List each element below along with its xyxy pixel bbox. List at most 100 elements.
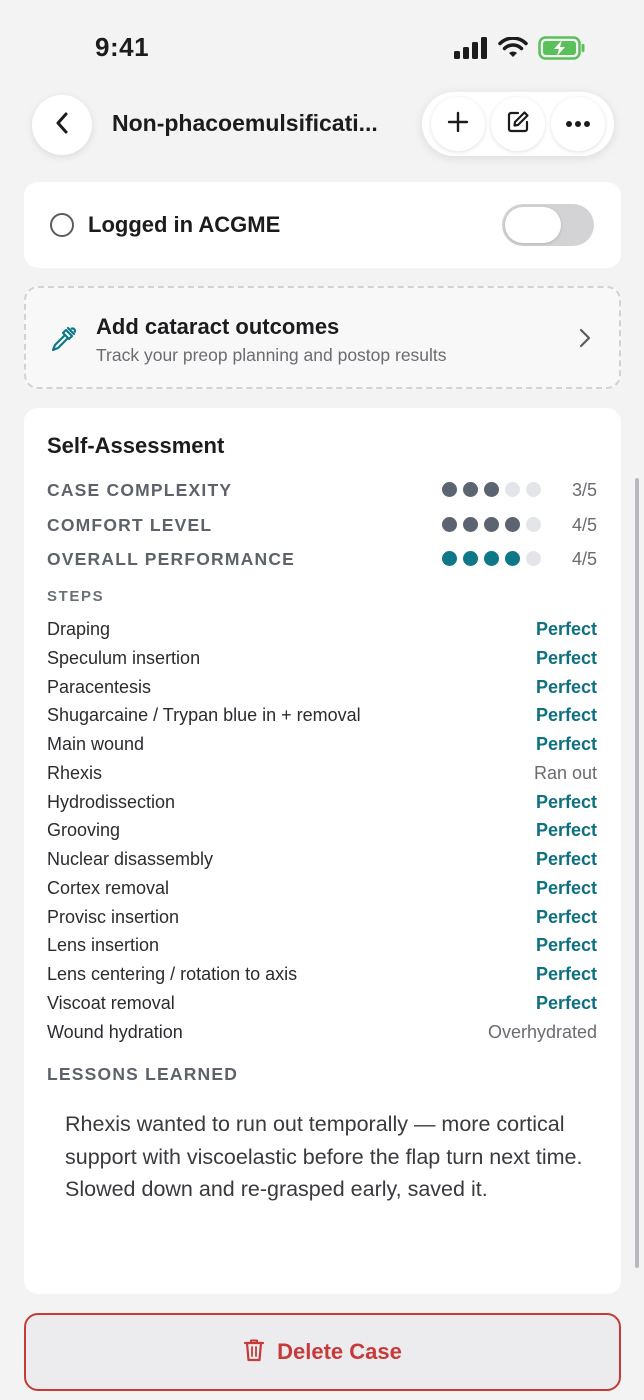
step-row: Viscoat removal Perfect xyxy=(47,993,597,1019)
rating-dot-filled xyxy=(484,482,499,497)
rating-dot-filled xyxy=(505,551,520,566)
trash-icon xyxy=(243,1338,265,1367)
rating-dot-filled xyxy=(463,482,478,497)
acgme-label: Logged in ACGME xyxy=(88,212,281,237)
rating-dot-filled xyxy=(463,551,478,566)
step-row: Speculum insertion Perfect xyxy=(47,648,597,674)
plus-icon xyxy=(447,111,469,138)
chevron-right-icon xyxy=(579,328,591,353)
rating-dot-empty xyxy=(526,482,541,497)
rating-label: OVERALL PERFORMANCE xyxy=(47,549,296,569)
step-result: Perfect xyxy=(535,964,597,984)
step-result: Perfect xyxy=(535,935,597,956)
step-result: Perfect xyxy=(535,849,597,869)
rating-dot-empty xyxy=(526,517,541,532)
wifi-icon xyxy=(498,36,528,64)
step-name: Rhexis xyxy=(47,762,103,783)
step-name: Grooving xyxy=(47,820,121,841)
eyedropper-icon xyxy=(48,324,78,359)
back-button[interactable] xyxy=(32,95,92,155)
step-result: Perfect xyxy=(535,734,597,754)
rating-row: CASE COMPLEXITY 3/5 xyxy=(47,478,597,502)
rating-dots xyxy=(442,517,541,532)
scrollbar[interactable] xyxy=(635,478,639,1268)
rating-row: OVERALL PERFORMANCE 4/5 xyxy=(47,547,597,571)
status-bar: 9:41 xyxy=(0,0,644,92)
signal-icon xyxy=(454,37,488,64)
add-cataract-outcomes[interactable]: Add cataract outcomes Track your preop p… xyxy=(24,286,621,389)
step-name: Viscoat removal xyxy=(47,992,175,1013)
nav-bar: Non-phacoemulsificati... xyxy=(0,92,644,176)
step-row: Lens centering / rotation to axis Perfect xyxy=(47,964,597,990)
rating-dot-filled xyxy=(484,517,499,532)
step-result: Perfect xyxy=(535,705,597,726)
step-name: Hydrodissection xyxy=(47,791,176,812)
step-name: Nuclear disassembly xyxy=(47,849,214,869)
add-button[interactable] xyxy=(431,97,485,151)
rating-value: 4/5 xyxy=(571,549,597,569)
step-result: Perfect xyxy=(535,791,597,812)
delete-case-button[interactable]: Delete Case xyxy=(24,1313,621,1391)
step-row: Grooving Perfect xyxy=(47,820,597,846)
step-result: Overhydrated xyxy=(487,1021,597,1042)
rating-value: 3/5 xyxy=(571,480,597,500)
acgme-toggle[interactable] xyxy=(502,204,594,246)
acgme-card: Logged in ACGME xyxy=(24,182,621,268)
step-row: Lens insertion Perfect xyxy=(47,935,597,961)
step-row: Provisc insertion Perfect xyxy=(47,907,597,933)
step-result: Perfect xyxy=(535,647,597,668)
delete-case-label: Delete Case xyxy=(277,1339,402,1364)
rating-label: COMFORT LEVEL xyxy=(47,515,213,535)
step-result: Perfect xyxy=(535,676,597,697)
status-icons xyxy=(454,36,586,65)
more-button[interactable] xyxy=(551,97,605,151)
step-row: Wound hydration Overhydrated xyxy=(47,1022,597,1048)
step-name: Lens centering / rotation to axis xyxy=(47,964,298,984)
step-row: Draping Perfect xyxy=(47,619,597,645)
step-result: Perfect xyxy=(535,992,597,1013)
step-row: Rhexis Ran out xyxy=(47,763,597,789)
rating-dots xyxy=(442,551,541,566)
rating-dot-filled xyxy=(442,517,457,532)
rating-dot-empty xyxy=(526,551,541,566)
rating-row: COMFORT LEVEL 4/5 xyxy=(47,513,597,537)
rating-dots xyxy=(442,482,541,497)
rating-value: 4/5 xyxy=(571,515,597,535)
step-name: Provisc insertion xyxy=(47,906,180,927)
acgme-radio[interactable] xyxy=(50,213,74,237)
step-name: Speculum insertion xyxy=(47,647,201,668)
step-result: Perfect xyxy=(535,877,597,898)
page-title: Non-phacoemulsificati... xyxy=(112,110,378,136)
rating-dot-filled xyxy=(484,551,499,566)
step-result: Perfect xyxy=(535,906,597,927)
toggle-knob xyxy=(505,207,561,243)
chevron-left-icon xyxy=(54,111,70,140)
lessons-label: LESSONS LEARNED xyxy=(47,1064,239,1084)
rating-label: CASE COMPLEXITY xyxy=(47,480,233,500)
self-assessment-card: Self-Assessment CASE COMPLEXITY 3/5 COMFOR… xyxy=(24,408,621,1294)
status-time: 9:41 xyxy=(95,32,150,62)
rating-dot-filled xyxy=(442,482,457,497)
edit-button[interactable] xyxy=(491,97,545,151)
step-name: Paracentesis xyxy=(47,676,152,697)
steps-label: STEPS xyxy=(47,588,105,605)
step-name: Shugarcaine / Trypan blue in + removal xyxy=(47,705,361,726)
rating-dot-empty xyxy=(505,482,520,497)
outcomes-subtitle: Track your preop planning and postop res… xyxy=(96,345,447,365)
step-row: Shugarcaine / Trypan blue in + removal Pe… xyxy=(47,705,597,731)
step-result: Perfect xyxy=(535,619,597,639)
step-result: Perfect xyxy=(535,820,597,841)
step-name: Cortex removal xyxy=(47,877,170,898)
step-row: Hydrodissection Perfect xyxy=(47,792,597,818)
step-row: Paracentesis Perfect xyxy=(47,677,597,703)
rating-dot-filled xyxy=(505,517,520,532)
step-name: Wound hydration xyxy=(47,1021,183,1042)
self-assessment-title: Self-Assessment xyxy=(47,433,225,458)
rating-dot-filled xyxy=(442,551,457,566)
step-row: Nuclear disassembly Perfect xyxy=(47,849,597,875)
step-name: Lens insertion xyxy=(47,935,160,956)
outcomes-title: Add cataract outcomes xyxy=(96,314,340,339)
step-result: Ran out xyxy=(533,762,597,783)
lessons-text: Rhexis wanted to run out temporally — mo… xyxy=(65,1112,583,1201)
edit-icon xyxy=(506,110,530,139)
